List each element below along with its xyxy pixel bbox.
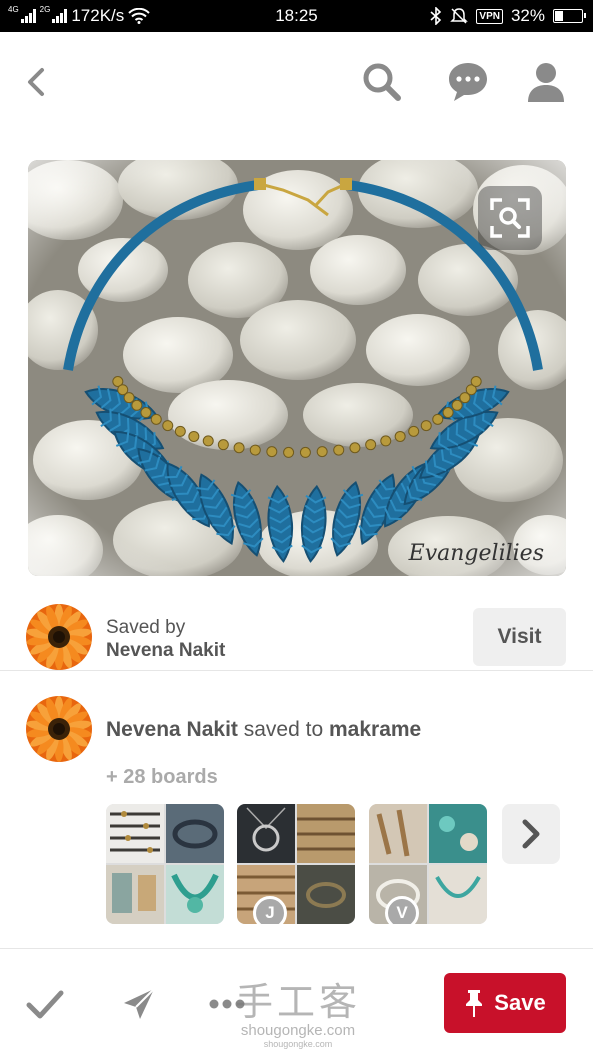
board-thumbnail-1[interactable] [106,804,224,924]
board-thumbnail-3[interactable]: V [369,804,487,924]
board-cover-image [237,804,295,863]
board-name[interactable]: makrame [329,718,421,741]
collaborator-badge: J [253,896,287,924]
board-cover-image [166,804,224,863]
chevron-left-icon [28,68,44,96]
search-icon [363,63,401,101]
saved-by-meta: Saved by Nevena Nakit [106,616,225,662]
image-watermark: Evangelilies [408,541,544,566]
save-button-label: Save [494,990,546,1015]
board-cover-image [297,865,355,924]
saved-to-connector: saved to [243,718,324,741]
visual-search-button[interactable] [478,186,542,250]
board-cover-image [369,804,427,863]
battery-icon [553,9,586,23]
turquoise-photo [439,816,478,851]
tutorial-photo [112,873,156,913]
back-button[interactable] [18,62,58,102]
board-cover-image [166,865,224,924]
top-nav [0,32,593,132]
avatar[interactable] [26,696,92,762]
divider [0,670,593,671]
next-boards-button[interactable] [502,804,560,864]
saved-to-line: Nevena Nakit saved to makrame [106,718,421,742]
site-watermark: 手工客 shougongke.com shougongke.com [228,981,368,1049]
site-watermark-url-small: shougongke.com [263,1039,333,1049]
status-bar: 4G 2G 172K/s 18:25 VPN 32% [0,0,593,32]
send-button[interactable] [118,983,160,1025]
battery-percent: 32% [510,6,545,25]
site-watermark-url: shougongke.com [240,1022,356,1039]
saver-name[interactable]: Nevena Nakit [106,718,238,741]
board-thumbnail-2[interactable]: J [237,804,355,924]
send-icon [124,988,155,1019]
board-cover-image [106,804,164,863]
bracelet-photo [306,882,346,908]
necklace-photo [171,873,219,913]
visual-search-icon [490,198,530,238]
pendant-photo [246,807,286,852]
save-button[interactable]: Save [444,973,566,1033]
saved-by-name[interactable]: Nevena Nakit [106,639,225,662]
avatar[interactable] [26,604,92,670]
bracelet-photo [172,819,218,849]
jewelry-photo [376,809,410,857]
mute-bell-icon [450,8,469,24]
pin-image[interactable]: Evangelilies [28,160,566,576]
flower-avatar-image [26,604,92,670]
more-boards-link[interactable]: + 28 boards [106,766,218,789]
bracelets-image [110,811,160,853]
knots-photo [297,817,355,851]
bluetooth-icon [430,7,442,25]
chevron-right-icon [522,819,540,849]
board-cover-image [106,865,164,924]
tried-it-button[interactable] [24,983,66,1025]
bottom-action-bar: 手工客 shougongke.com shougongke.com Save [0,948,593,1054]
board-cover-image [297,804,355,863]
profile-button[interactable] [524,60,568,104]
flower-avatar-image [26,696,92,762]
board-cover-image [429,865,487,924]
checkmark-icon [26,990,64,1019]
site-watermark-logo: 手工客 [234,980,361,1024]
board-cover-image [429,804,487,863]
visit-button[interactable]: Visit [473,608,566,666]
jewelry-photo [435,876,481,898]
collaborator-badge: V [385,896,419,924]
saved-to-section: Nevena Nakit saved to makrame + 28 board… [0,694,593,944]
saved-by-row: Saved by Nevena Nakit Visit [0,600,593,672]
vpn-badge: VPN [476,8,503,24]
search-button[interactable] [360,60,404,104]
pushpin-icon [466,990,483,1017]
person-icon [528,63,564,102]
messages-button[interactable] [446,60,490,104]
chat-bubble-icon [449,63,487,101]
saved-by-label: Saved by [106,617,186,638]
